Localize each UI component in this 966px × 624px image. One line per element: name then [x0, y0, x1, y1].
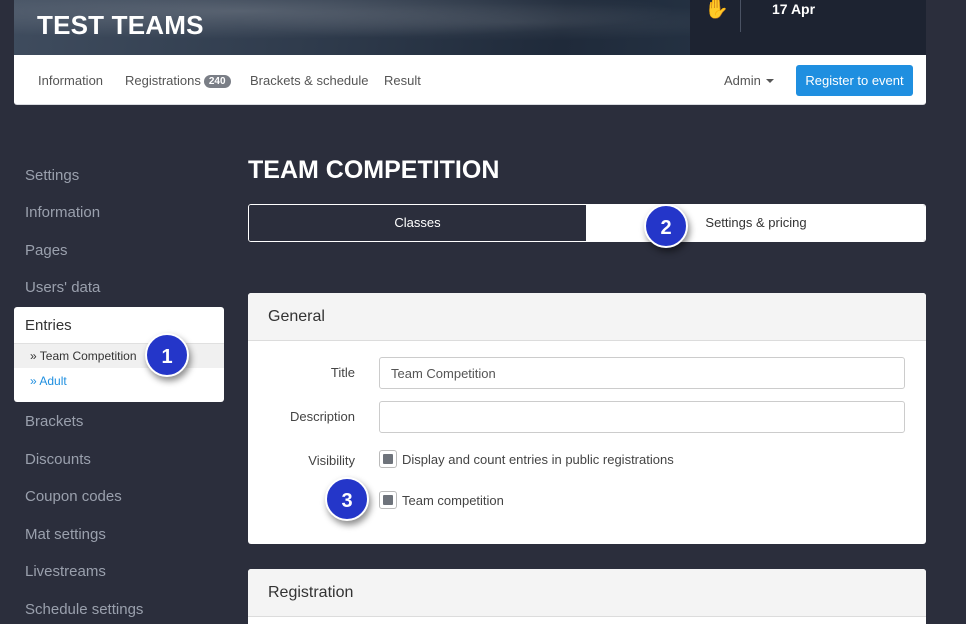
team-competition-label: Team competition — [402, 493, 504, 508]
sidebar-item-settings[interactable]: Settings — [25, 167, 79, 184]
banner-date-panel: ✋ 17 Apr — [690, 0, 926, 55]
sidebar-item-entries[interactable]: Entries — [25, 317, 72, 334]
sidebar-item-brackets[interactable]: Brackets — [25, 413, 83, 430]
public-registrations-label: Display and count entries in public regi… — [402, 452, 674, 467]
banner-divider — [740, 0, 741, 32]
event-banner: TEST TEAMS ✋ 17 Apr — [14, 0, 926, 55]
description-input[interactable] — [379, 401, 905, 433]
register-to-event-button[interactable]: Register to event — [796, 65, 913, 96]
callout-2: 2 — [644, 204, 688, 248]
nav-registrations-label: Registrations — [125, 73, 201, 88]
sidebar-item-discounts[interactable]: Discounts — [25, 451, 91, 468]
sidebar-entries-group: Entries » Team Competition » Adult — [14, 307, 224, 402]
entry-tabs: Classes Settings & pricing — [248, 204, 926, 242]
event-nav: Information Registrations 240 Brackets & … — [14, 55, 926, 105]
sidebar-subitem-team-competition[interactable]: » Team Competition — [30, 349, 137, 363]
chevron-down-icon — [765, 79, 774, 83]
registrations-count-badge: 240 — [203, 75, 231, 88]
title-label: Title — [330, 365, 355, 380]
title-input[interactable] — [379, 357, 905, 389]
tab-classes[interactable]: Classes — [249, 205, 586, 241]
registration-panel-heading: Registration — [248, 569, 926, 617]
sidebar-item-schedule-settings[interactable]: Schedule settings — [25, 601, 143, 618]
general-panel-heading: General — [248, 293, 926, 341]
sidebar-item-information[interactable]: Information — [25, 204, 100, 221]
nav-brackets-schedule[interactable]: Brackets & schedule — [250, 73, 369, 88]
callout-1: 1 — [145, 333, 189, 377]
registration-panel: Registration — [248, 569, 926, 624]
sidebar-subitem-adult[interactable]: » Adult — [30, 374, 67, 388]
sidebar-item-pages[interactable]: Pages — [25, 242, 68, 259]
handshake-icon: ✋ — [704, 0, 729, 20]
nav-information[interactable]: Information — [38, 73, 103, 88]
public-registrations-option: Display and count entries in public regi… — [379, 450, 674, 468]
nav-result[interactable]: Result — [384, 73, 421, 88]
event-date: 17 Apr — [772, 1, 816, 17]
admin-label: Admin — [724, 73, 761, 88]
event-title: TEST TEAMS — [37, 10, 204, 40]
page-title: TEAM COMPETITION — [248, 156, 500, 184]
admin-dropdown[interactable]: Admin — [724, 73, 774, 88]
visibility-label: Visibility — [308, 453, 355, 468]
nav-registrations[interactable]: Registrations 240 — [125, 73, 231, 88]
sidebar-item-livestreams[interactable]: Livestreams — [25, 563, 106, 580]
sidebar-item-users-data[interactable]: Users' data — [25, 279, 100, 296]
team-competition-checkbox[interactable] — [379, 491, 397, 509]
tab-settings-pricing[interactable]: Settings & pricing — [586, 205, 925, 241]
callout-3: 3 — [325, 477, 369, 521]
description-label: Description — [289, 409, 355, 424]
public-registrations-checkbox[interactable] — [379, 450, 397, 468]
sidebar-item-mat-settings[interactable]: Mat settings — [25, 526, 106, 543]
team-competition-option: Team competition — [379, 491, 504, 509]
sidebar-item-coupon-codes[interactable]: Coupon codes — [25, 488, 122, 505]
